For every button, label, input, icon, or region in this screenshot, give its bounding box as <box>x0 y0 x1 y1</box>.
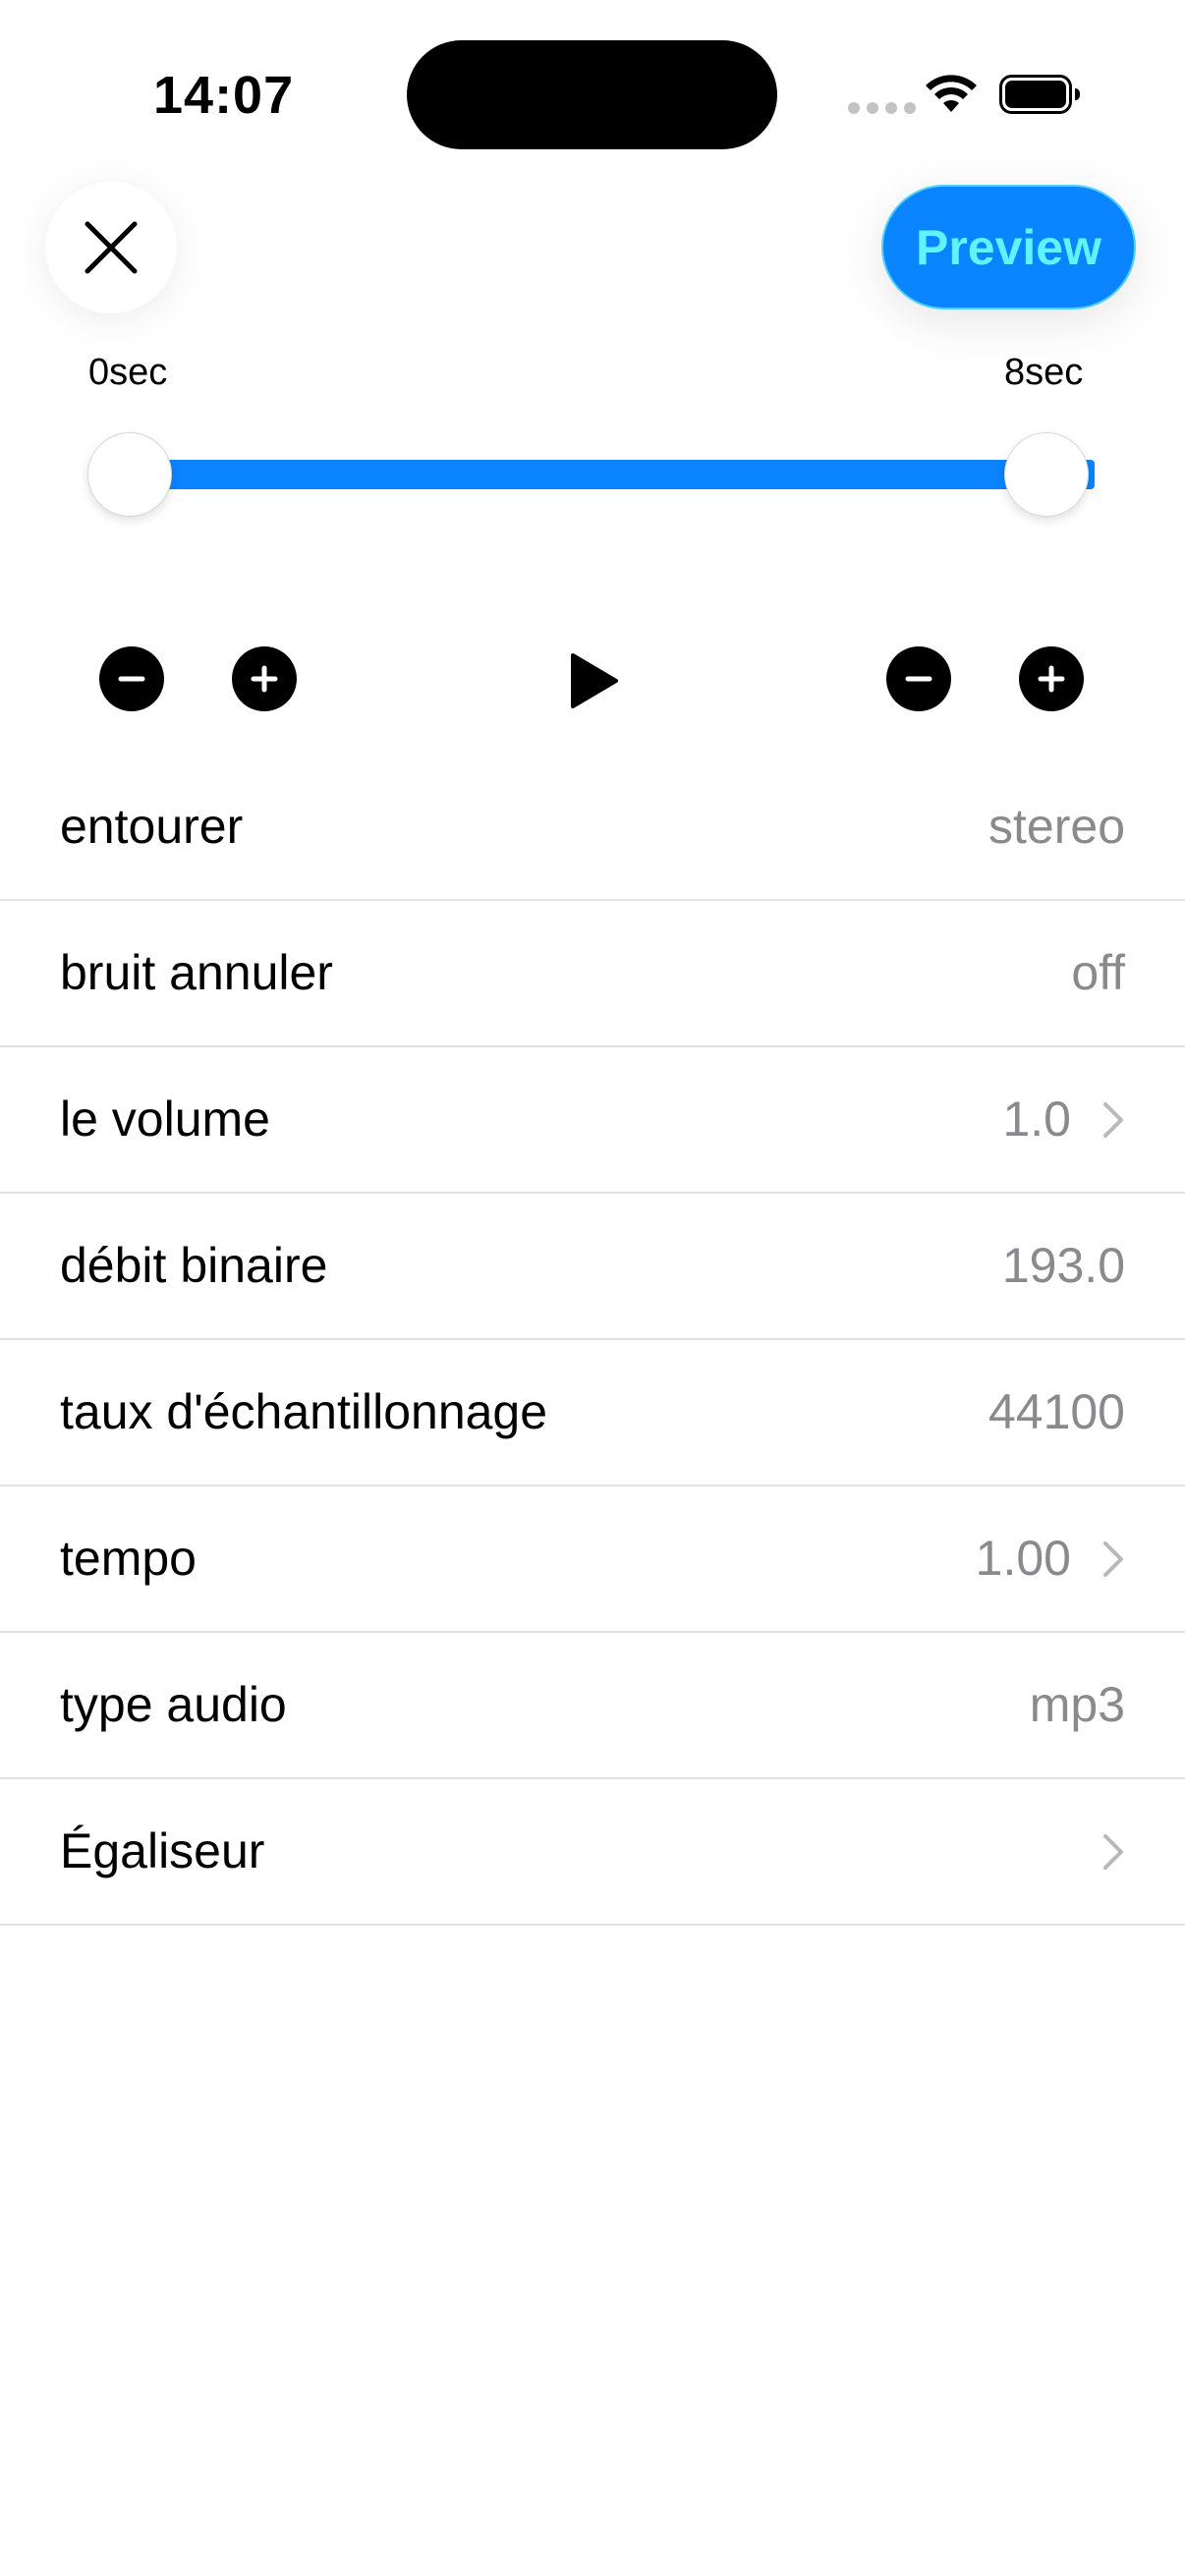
row-value: 193.0 <box>1001 1238 1125 1293</box>
play-icon <box>571 653 618 708</box>
row-label: taux d'échantillonnage <box>60 1384 548 1439</box>
row-value: 1.00 <box>975 1531 1071 1586</box>
cellular-dots-icon <box>848 102 916 114</box>
row-value: mp3 <box>1029 1677 1125 1732</box>
settings-row-audio-type[interactable]: type audio mp3 <box>0 1633 1185 1779</box>
plus-icon <box>1038 665 1065 693</box>
row-value: off <box>1071 945 1125 1000</box>
settings-row-volume[interactable]: le volume 1.0 <box>0 1047 1185 1194</box>
settings-row-tempo[interactable]: tempo 1.00 <box>0 1486 1185 1633</box>
minus-icon <box>905 676 932 682</box>
settings-row-bitrate[interactable]: débit binaire 193.0 <box>0 1194 1185 1340</box>
preview-button[interactable]: Preview <box>881 185 1136 309</box>
chevron-right-icon <box>1103 1102 1123 1138</box>
trim-start-label: 0sec <box>88 352 168 393</box>
start-plus-button[interactable] <box>232 646 297 711</box>
row-value: 1.0 <box>1002 1092 1071 1147</box>
wifi-icon <box>926 75 977 112</box>
trim-end-label: 8sec <box>1004 352 1084 393</box>
row-label: bruit annuler <box>60 945 333 1000</box>
row-label: tempo <box>60 1531 197 1586</box>
dynamic-island <box>407 40 777 149</box>
close-icon <box>85 221 138 274</box>
trim-range-track[interactable] <box>130 460 1095 489</box>
status-bar: 14:07 <box>0 0 1185 187</box>
minus-icon <box>118 676 145 682</box>
row-value: stereo <box>988 799 1125 854</box>
settings-row-equalizer[interactable]: Égaliseur <box>0 1779 1185 1926</box>
end-plus-button[interactable] <box>1019 646 1084 711</box>
row-label: type audio <box>60 1677 287 1732</box>
row-label: débit binaire <box>60 1238 328 1293</box>
trim-end-handle[interactable] <box>1004 432 1089 517</box>
end-minus-button[interactable] <box>886 646 951 711</box>
status-time: 14:07 <box>153 66 295 125</box>
battery-icon <box>999 75 1080 114</box>
row-value: 44100 <box>988 1384 1125 1439</box>
start-minus-button[interactable] <box>99 646 164 711</box>
settings-list: entourer stereo bruit annuler off le vol… <box>0 755 1185 1926</box>
trim-start-handle[interactable] <box>87 432 172 517</box>
row-label: Égaliseur <box>60 1823 265 1878</box>
settings-row-surround[interactable]: entourer stereo <box>0 755 1185 901</box>
play-button[interactable] <box>564 648 623 713</box>
row-label: le volume <box>60 1092 270 1147</box>
plus-icon <box>251 665 278 693</box>
chevron-right-icon <box>1103 1541 1123 1577</box>
settings-row-noise-cancel[interactable]: bruit annuler off <box>0 901 1185 1047</box>
settings-row-sample-rate[interactable]: taux d'échantillonnage 44100 <box>0 1340 1185 1486</box>
row-label: entourer <box>60 799 244 854</box>
chevron-right-icon <box>1103 1834 1123 1870</box>
close-button[interactable] <box>45 182 177 313</box>
